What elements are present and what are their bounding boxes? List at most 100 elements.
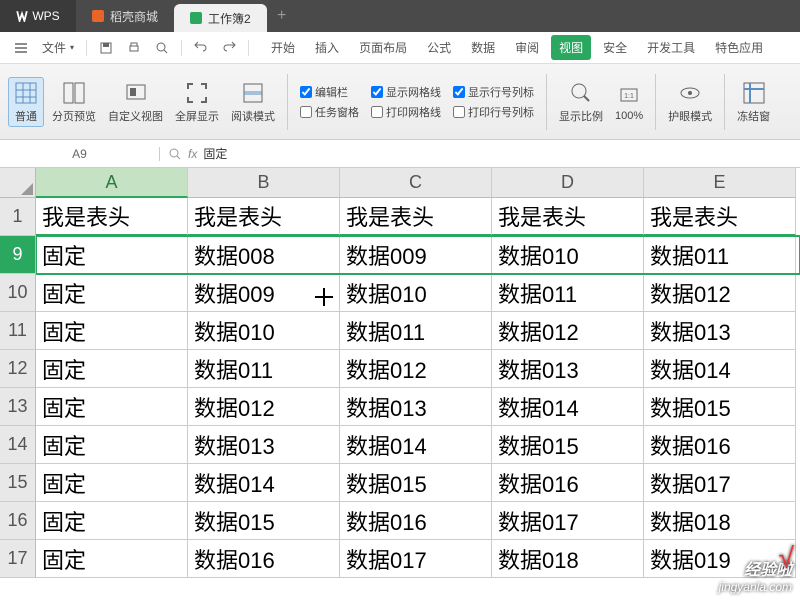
tab-data[interactable]: 数据 [463,35,503,60]
view-fullscreen-button[interactable]: 全屏显示 [171,78,223,126]
cell[interactable]: 我是表头 [492,198,644,236]
cell[interactable]: 数据013 [188,426,340,464]
view-read-button[interactable]: 阅读模式 [227,78,279,126]
cell[interactable]: 数据017 [492,502,644,540]
view-pagebreak-button[interactable]: 分页预览 [48,78,100,126]
row-header[interactable]: 15 [0,464,36,502]
tab-home[interactable]: 开始 [263,35,303,60]
cell[interactable]: 固定 [36,426,188,464]
cell[interactable]: 固定 [36,312,188,350]
tab-features[interactable]: 特色应用 [707,35,771,60]
cell[interactable]: 数据015 [188,502,340,540]
cell[interactable]: 固定 [36,540,188,578]
cell[interactable]: 数据016 [644,426,796,464]
cell[interactable]: 数据015 [492,426,644,464]
row-header[interactable]: 16 [0,502,36,540]
select-all-corner[interactable] [0,168,36,198]
cell[interactable]: 数据014 [340,426,492,464]
chk-taskpane[interactable]: 任务窗格 [300,104,359,120]
row-header[interactable]: 13 [0,388,36,426]
col-header-B[interactable]: B [188,168,340,198]
app-logo[interactable]: WPS [0,0,76,32]
cell[interactable]: 我是表头 [340,198,492,236]
chk-printgrid[interactable]: 打印网格线 [371,104,441,120]
tab-layout[interactable]: 页面布局 [351,35,415,60]
cell[interactable]: 数据013 [340,388,492,426]
cell[interactable]: 数据018 [492,540,644,578]
col-header-D[interactable]: D [492,168,644,198]
redo-button[interactable] [216,37,242,59]
cell[interactable]: 数据013 [644,312,796,350]
tab-view[interactable]: 视图 [551,35,591,60]
file-menu[interactable]: 文件▾ [36,35,80,60]
new-tab-button[interactable]: + [267,0,297,32]
zoom-100-button[interactable]: 1:1 100% [611,80,647,124]
cell[interactable]: 数据009 [188,274,340,312]
row-header[interactable]: 17 [0,540,36,578]
chk-editbar[interactable]: 编辑栏 [300,84,359,100]
cell[interactable]: 数据016 [188,540,340,578]
cell[interactable]: 数据008 [188,236,340,274]
view-normal-button[interactable]: 普通 [8,77,44,127]
cell[interactable]: 固定 [36,464,188,502]
cell[interactable]: 数据012 [340,350,492,388]
col-header-E[interactable]: E [644,168,796,198]
cell[interactable]: 数据016 [492,464,644,502]
tab-workbook[interactable]: 工作簿2 [174,4,267,32]
cell[interactable]: 固定 [36,274,188,312]
tab-insert[interactable]: 插入 [307,35,347,60]
eyecare-button[interactable]: 护眼模式 [664,78,716,126]
print-button[interactable] [121,37,147,59]
cell[interactable]: 固定 [36,502,188,540]
freeze-button[interactable]: 冻结窗 [733,78,774,126]
cell[interactable]: 数据016 [340,502,492,540]
cell[interactable]: 数据018 [644,502,796,540]
cell[interactable]: 我是表头 [36,198,188,236]
tab-security[interactable]: 安全 [595,35,635,60]
view-custom-button[interactable]: 自定义视图 [104,78,167,126]
cell[interactable]: 固定 [36,350,188,388]
cell[interactable]: 固定 [36,236,188,274]
tab-store[interactable]: 稻壳商城 [76,0,174,32]
tab-review[interactable]: 审阅 [507,35,547,60]
cell[interactable]: 数据010 [188,312,340,350]
row-header[interactable]: 14 [0,426,36,464]
chk-printhead[interactable]: 打印行号列标 [453,104,534,120]
cell[interactable]: 数据015 [340,464,492,502]
cell[interactable]: 数据013 [492,350,644,388]
cell[interactable]: 数据011 [188,350,340,388]
row-header[interactable]: 12 [0,350,36,388]
cell[interactable]: 数据010 [492,236,644,274]
cell[interactable]: 固定 [36,388,188,426]
cell[interactable]: 我是表头 [188,198,340,236]
cell[interactable]: 数据012 [492,312,644,350]
save-button[interactable] [93,37,119,59]
cell[interactable]: 数据011 [644,236,796,274]
zoom-button[interactable]: 显示比例 [555,78,607,126]
chk-headings[interactable]: 显示行号列标 [453,84,534,100]
cell[interactable]: 数据014 [644,350,796,388]
cell[interactable]: 数据011 [492,274,644,312]
col-header-A[interactable]: A [36,168,188,198]
cell[interactable]: 数据011 [340,312,492,350]
row-header[interactable]: 11 [0,312,36,350]
row-header[interactable]: 10 [0,274,36,312]
chk-gridlines[interactable]: 显示网格线 [371,84,441,100]
cell[interactable]: 我是表头 [644,198,796,236]
cell[interactable]: 数据012 [188,388,340,426]
menu-hamburger[interactable] [8,37,34,59]
tab-formula[interactable]: 公式 [419,35,459,60]
col-header-C[interactable]: C [340,168,492,198]
cell[interactable]: 数据017 [340,540,492,578]
tab-devtools[interactable]: 开发工具 [639,35,703,60]
row-header[interactable]: 1 [0,198,36,236]
cell[interactable]: 数据017 [644,464,796,502]
cell[interactable]: 数据010 [340,274,492,312]
cell[interactable]: 数据012 [644,274,796,312]
undo-button[interactable] [188,37,214,59]
cell[interactable]: 数据014 [188,464,340,502]
cell[interactable]: 数据015 [644,388,796,426]
name-box[interactable]: A9 [0,147,160,161]
preview-button[interactable] [149,37,175,59]
cell[interactable]: 数据009 [340,236,492,274]
